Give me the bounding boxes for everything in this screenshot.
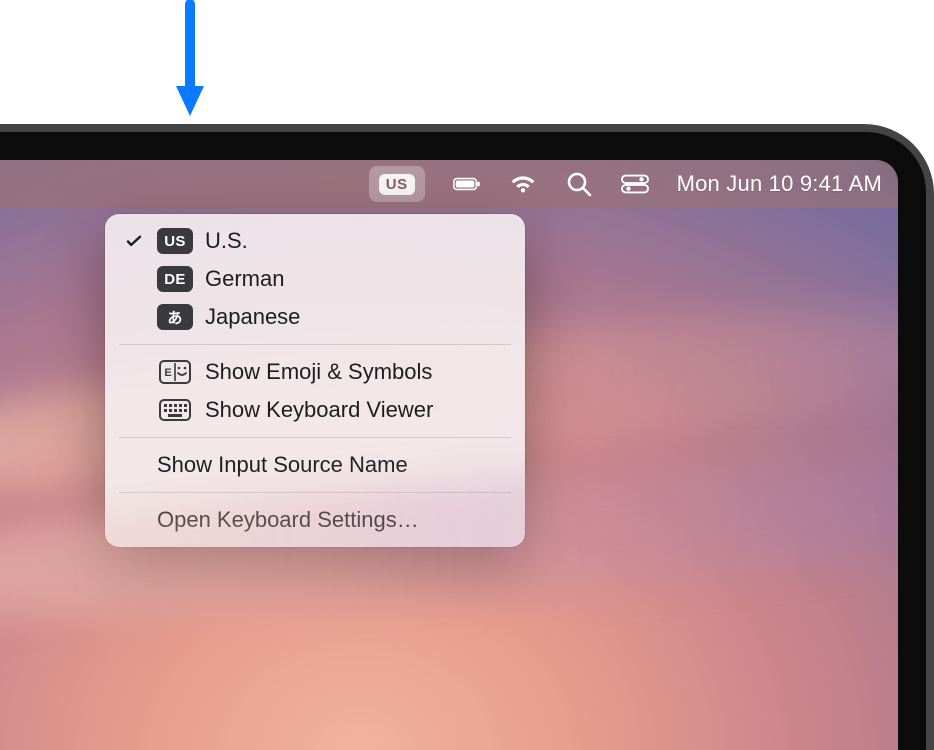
input-source-menu: US U.S. DE German あ Japanese xyxy=(105,214,525,547)
menu-item-label: U.S. xyxy=(205,228,507,254)
menu-bar: US xyxy=(0,160,898,208)
svg-text:E: E xyxy=(164,367,171,379)
input-source-item-us[interactable]: US U.S. xyxy=(105,222,525,260)
input-source-item-japanese[interactable]: あ Japanese xyxy=(105,298,525,336)
language-badge-de: DE xyxy=(157,266,193,292)
control-center-icon[interactable] xyxy=(621,170,649,198)
menu-item-label: Show Emoji & Symbols xyxy=(205,359,507,385)
menu-item-show-emoji[interactable]: E Show Emoji & Symbols xyxy=(105,353,525,391)
battery-icon[interactable] xyxy=(453,170,481,198)
input-source-menu-extra[interactable]: US xyxy=(369,166,425,202)
keyboard-icon xyxy=(159,398,191,422)
menu-item-open-keyboard-settings[interactable]: Open Keyboard Settings… xyxy=(105,501,525,539)
menu-item-label: Japanese xyxy=(205,304,507,330)
menu-item-show-input-source-name[interactable]: Show Input Source Name xyxy=(105,446,525,484)
menu-item-show-keyboard-viewer[interactable]: Show Keyboard Viewer xyxy=(105,391,525,429)
input-source-item-german[interactable]: DE German xyxy=(105,260,525,298)
menu-item-label: Show Keyboard Viewer xyxy=(205,397,507,423)
input-source-badge: US xyxy=(379,174,415,195)
menu-separator xyxy=(119,437,511,438)
menu-separator xyxy=(119,492,511,493)
language-badge-us: US xyxy=(157,228,193,254)
character-viewer-icon: E xyxy=(159,360,191,384)
menu-item-label: German xyxy=(205,266,507,292)
screen: US xyxy=(0,160,898,750)
wifi-icon[interactable] xyxy=(509,170,537,198)
language-badge-ja: あ xyxy=(157,304,193,330)
menubar-clock[interactable]: Mon Jun 10 9:41 AM xyxy=(677,171,882,197)
device-frame: US xyxy=(0,124,934,750)
menu-separator xyxy=(119,344,511,345)
menu-item-label: Show Input Source Name xyxy=(157,452,507,478)
checkmark-icon xyxy=(123,232,145,250)
spotlight-icon[interactable] xyxy=(565,170,593,198)
annotation-arrow xyxy=(170,0,210,120)
menu-item-label: Open Keyboard Settings… xyxy=(157,507,507,533)
